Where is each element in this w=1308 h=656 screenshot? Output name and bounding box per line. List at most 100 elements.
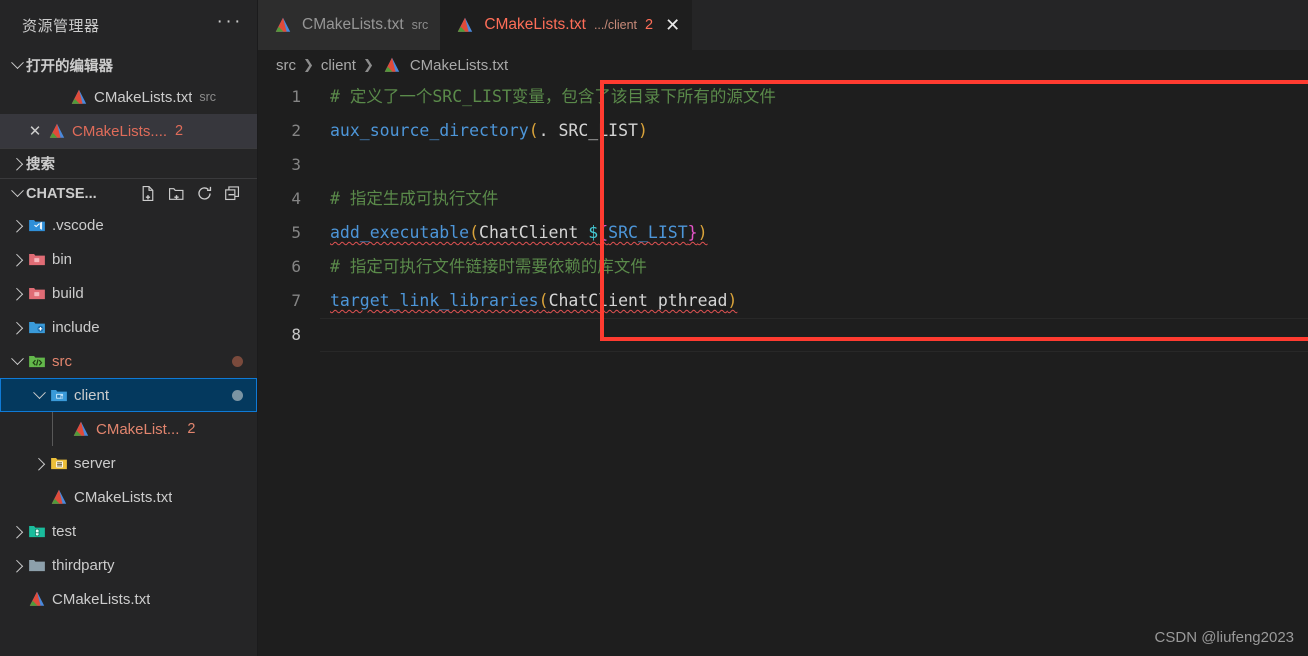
tree-item-label: server — [74, 454, 116, 472]
chevron-right-icon[interactable] — [8, 219, 26, 233]
line-content: aux_source_directory(. SRC_LIST) — [330, 121, 648, 140]
tree-item-label: client — [74, 386, 110, 404]
line-number: 1 — [291, 87, 301, 106]
tree-item-label: thirdparty — [52, 556, 115, 574]
chevron-down-icon — [8, 55, 26, 70]
line-content — [320, 148, 330, 182]
tree-item-bin[interactable]: bin — [0, 242, 257, 276]
tree-item-build[interactable]: build — [0, 276, 257, 310]
tree-item-test[interactable]: test — [0, 514, 257, 548]
section-open-editors[interactable]: 打开的编辑器 — [0, 50, 257, 80]
line-content: # 指定可执行文件链接时需要依赖的库文件 — [330, 257, 647, 276]
breadcrumb-part[interactable]: client — [321, 57, 356, 74]
line-content — [320, 318, 330, 352]
tree-item-label: include — [52, 318, 100, 336]
tab-directory: src — [411, 18, 429, 32]
code-editor[interactable]: 1 # 定义了一个SRC_LIST变量，包含了该目录下所有的源文件 2 aux_sou… — [258, 80, 1308, 656]
cmake-file-icon — [70, 420, 92, 438]
chevron-down-icon[interactable] — [8, 351, 26, 366]
new-file-icon[interactable] — [140, 185, 157, 202]
close-icon[interactable]: ✕ — [24, 122, 46, 140]
collapse-all-icon[interactable] — [224, 185, 241, 202]
section-search[interactable]: 搜索 — [0, 148, 257, 178]
vscode-folder-icon — [26, 216, 48, 234]
chevron-right-icon[interactable] — [8, 287, 26, 301]
cmake-file-icon — [274, 16, 294, 34]
line-number: 8 — [291, 325, 301, 344]
problem-count-badge: 2 — [175, 123, 184, 139]
tree-item-include[interactable]: include — [0, 310, 257, 344]
breadcrumb-part[interactable]: CMakeLists.txt — [410, 57, 508, 74]
tab-active[interactable]: CMakeLists.txt .../client 2 ✕ — [440, 0, 693, 50]
open-editor-label: CMakeLists.txt — [94, 88, 193, 106]
server-folder-icon — [48, 454, 70, 472]
tree-item-vscode[interactable]: .vscode — [0, 208, 257, 242]
tree-item-label: CMakeLists.txt — [52, 590, 151, 608]
open-editor-label: CMakeLists.... — [72, 122, 168, 140]
explorer-header: 资源管理器 ··· — [0, 0, 257, 50]
more-actions-icon[interactable]: ··· — [217, 12, 243, 33]
refresh-icon[interactable] — [196, 185, 213, 202]
tree-item-server[interactable]: server — [0, 446, 257, 480]
project-root-label: CHATSE... — [26, 185, 97, 202]
line-number: 3 — [291, 155, 301, 174]
tab-bar-empty-space — [692, 0, 1308, 50]
explorer-title: 资源管理器 — [22, 17, 100, 35]
code-line[interactable]: 5 add_executable(ChatClient ${SRC_LIST}) — [258, 216, 1308, 250]
cmake-file-icon — [46, 122, 68, 140]
open-editor-item[interactable]: ✕ CMakeLists.... 2 — [0, 114, 257, 148]
tree-item-src[interactable]: src — [0, 344, 257, 378]
indent-guide — [52, 412, 53, 446]
editor-area: CMakeLists.txt src CMakeLists.txt .../clien… — [258, 0, 1308, 656]
watermark: CSDN @liufeng2023 — [1154, 629, 1294, 646]
breadcrumb: src ❯ client ❯ CMakeLists.txt — [258, 50, 1308, 80]
sidebar: 资源管理器 ··· 打开的编辑器 CMakeLists.txt src ✕ CMake… — [0, 0, 258, 656]
line-content: add_executable(ChatClient ${SRC_LIST}) — [330, 223, 708, 242]
tree-item-cmakelist[interactable]: CMakeList... 2 — [0, 412, 257, 446]
tree-item-cmakeliststxt[interactable]: CMakeLists.txt — [0, 582, 257, 616]
code-line[interactable]: 3 — [258, 148, 1308, 182]
cmake-file-icon — [68, 88, 90, 106]
tree-item-client[interactable]: client — [0, 378, 257, 412]
chevron-right-icon[interactable] — [8, 559, 26, 573]
close-icon[interactable]: ✕ — [665, 15, 680, 36]
chevron-right-icon[interactable] — [8, 525, 26, 539]
tree-item-cmakeliststxt[interactable]: CMakeLists.txt — [0, 480, 257, 514]
tab-inactive[interactable]: CMakeLists.txt src — [258, 0, 441, 50]
line-number: 2 — [291, 121, 301, 140]
tree-item-thirdparty[interactable]: thirdparty — [0, 548, 257, 582]
line-number: 5 — [291, 223, 301, 242]
chevron-right-icon[interactable] — [30, 457, 48, 471]
open-editor-dir: src — [199, 90, 217, 104]
section-search-label: 搜索 — [26, 157, 55, 173]
chevron-right-icon[interactable] — [8, 321, 26, 335]
code-line[interactable]: 6 # 指定可执行文件链接时需要依赖的库文件 — [258, 250, 1308, 284]
section-project[interactable]: CHATSE... — [0, 178, 257, 208]
client-folder-icon — [48, 386, 70, 404]
tab-problem-badge: 2 — [645, 17, 654, 33]
chevron-down-icon — [8, 184, 26, 198]
breadcrumb-part[interactable]: src — [276, 57, 296, 74]
code-line[interactable]: 8 — [258, 318, 1308, 352]
code-line[interactable]: 7 target_link_libraries(ChatClient pthrea… — [258, 284, 1308, 318]
status-dot — [232, 355, 243, 367]
line-content: target_link_libraries(ChatClient pthread… — [330, 291, 738, 310]
code-line[interactable]: 4 # 指定生成可执行文件 — [258, 182, 1308, 216]
section-open-editors-label: 打开的编辑器 — [26, 58, 113, 75]
tab-label: CMakeLists.txt — [302, 16, 404, 33]
chevron-right-icon[interactable] — [8, 253, 26, 267]
tree-item-label: bin — [52, 250, 73, 268]
include-folder-icon — [26, 318, 48, 336]
code-line[interactable]: 2 aux_source_directory(. SRC_LIST) — [258, 114, 1308, 148]
breadcrumb-separator-icon: ❯ — [303, 57, 314, 72]
chevron-down-icon[interactable] — [30, 385, 48, 400]
tab-label: CMakeLists.txt — [484, 16, 586, 33]
line-content: # 定义了一个SRC_LIST变量，包含了该目录下所有的源文件 — [330, 87, 776, 106]
open-editor-item[interactable]: CMakeLists.txt src — [0, 80, 257, 114]
tree-item-label: CMakeLists.txt — [74, 488, 173, 506]
new-folder-icon[interactable] — [168, 185, 185, 202]
test-folder-icon — [26, 522, 48, 540]
line-number: 4 — [291, 189, 301, 208]
code-line[interactable]: 1 # 定义了一个SRC_LIST变量，包含了该目录下所有的源文件 — [258, 80, 1308, 114]
red-folder-icon — [26, 250, 48, 268]
